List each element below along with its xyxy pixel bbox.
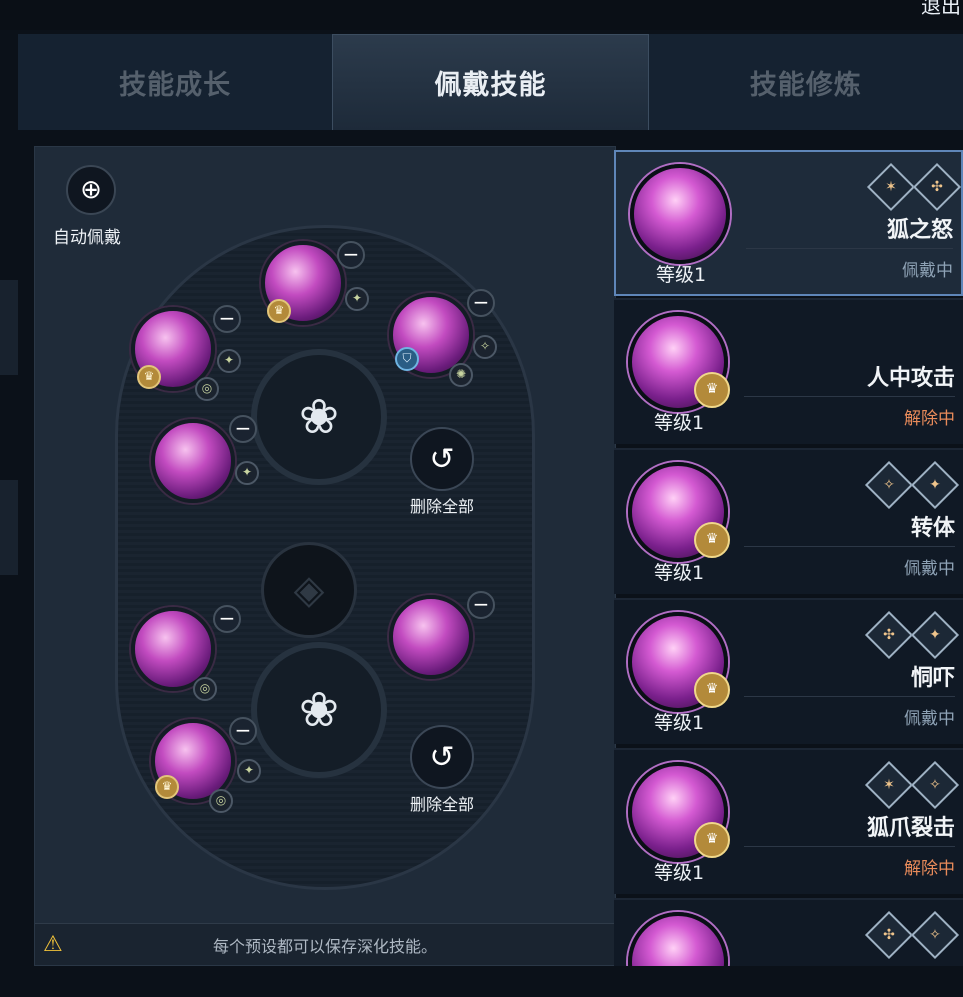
- diamond-rune-icon: ✧: [910, 760, 960, 810]
- auto-equip[interactable]: ⊕ 自动佩戴: [53, 165, 127, 248]
- upper-hub: ❀: [251, 349, 387, 485]
- skill-card[interactable]: ♛ 等级1 ✧ ✦ 转体 佩戴中: [614, 448, 963, 594]
- gold-badge-icon: ♛: [694, 672, 730, 708]
- skill-icon: [628, 912, 728, 966]
- divider: [744, 696, 955, 697]
- plus-cycle-icon[interactable]: ⊕: [66, 165, 116, 215]
- rune-icon: ✺: [449, 363, 473, 387]
- tab-skill-growth[interactable]: 技能成长: [18, 34, 332, 130]
- reset-icon[interactable]: ↺: [410, 725, 474, 789]
- skill-name: 狐爪裂击: [866, 816, 955, 841]
- skill-name: 人中攻击: [866, 366, 955, 391]
- rune-icon: ✧: [473, 335, 497, 359]
- diamond-rune-icon: ✣: [864, 610, 914, 660]
- side-decoration: [0, 280, 18, 375]
- minus-icon[interactable]: −: [467, 289, 495, 317]
- gold-badge-icon: ♛: [267, 299, 291, 323]
- skill-status: 佩戴中: [904, 559, 955, 579]
- skill-card[interactable]: ✣ ✧: [614, 898, 963, 966]
- skill-list[interactable]: 等级1 ✶ ✣ 狐之怒 佩戴中 ♛ 等级1 人中攻击 解除中 ♛ 等级1 ✧ ✦…: [614, 150, 963, 966]
- top-bar: 退出: [0, 0, 963, 30]
- divider: [744, 546, 955, 547]
- gold-badge-icon: ♛: [694, 522, 730, 558]
- skill-card[interactable]: ♛ 等级1 ✶ ✧ 狐爪裂击 解除中: [614, 748, 963, 894]
- skill-status: 佩戴中: [902, 261, 953, 281]
- minus-icon[interactable]: −: [337, 241, 365, 269]
- skill-icon: [630, 164, 730, 264]
- skill-slot[interactable]: [151, 419, 235, 503]
- divider: [744, 396, 955, 397]
- gold-badge-icon: ♛: [155, 775, 179, 799]
- tip-bar: ⚠ 每个预设都可以保存深化技能。: [35, 923, 615, 965]
- minus-icon[interactable]: −: [229, 717, 257, 745]
- exit-button[interactable]: 退出: [921, 0, 961, 19]
- skill-card[interactable]: 等级1 ✶ ✣ 狐之怒 佩戴中: [614, 150, 963, 296]
- skill-status: 解除中: [904, 859, 955, 879]
- diamond-rune-icon: ✧: [910, 910, 960, 960]
- tab-equip-skills[interactable]: 佩戴技能: [332, 34, 649, 130]
- lower-hub: ❀: [251, 642, 387, 778]
- divider: [746, 248, 953, 249]
- reset-icon[interactable]: ↺: [410, 427, 474, 491]
- rune-icon: ✦: [345, 287, 369, 311]
- skill-card[interactable]: ♛ 等级1 人中攻击 解除中: [614, 298, 963, 444]
- diamond-rune-icon: ✦: [910, 610, 960, 660]
- skill-level: 等级1: [655, 264, 707, 286]
- rune-icon: ◎: [209, 789, 233, 813]
- diamond-rune-icon: ✣: [864, 910, 914, 960]
- tip-text: 每个预设都可以保存深化技能。: [212, 936, 437, 956]
- skill-level: 等级1: [653, 412, 705, 434]
- tab-bar: 技能成长 佩戴技能 技能修炼: [18, 34, 963, 130]
- diamond-rune-icon: ✶: [866, 162, 916, 212]
- gold-badge-icon: ♛: [694, 372, 730, 408]
- side-decoration: [0, 480, 18, 575]
- gold-badge-icon: ♛: [137, 365, 161, 389]
- skill-name: 恫吓: [910, 666, 955, 691]
- minus-icon[interactable]: −: [467, 591, 495, 619]
- lower-reset-label: 删除全部: [409, 795, 474, 814]
- equip-panel: ⊕ 自动佩戴 ❀ ❀ ◈ ↺ 删除全部 ↺ 删除全部 − ♛ ✦ − ♛ ✦ ◎…: [34, 146, 616, 966]
- diamond-rune-icon: ✣: [912, 162, 962, 212]
- divider: [744, 846, 955, 847]
- minus-icon[interactable]: −: [213, 605, 241, 633]
- skill-name: 狐之怒: [886, 218, 953, 243]
- fox-emblem-icon: ❀: [298, 682, 340, 738]
- upper-reset-label: 删除全部: [409, 497, 474, 516]
- gold-badge-icon: ♛: [694, 822, 730, 858]
- rune-icon: ✦: [237, 759, 261, 783]
- rune-icon: ✦: [235, 461, 259, 485]
- minus-icon[interactable]: −: [229, 415, 257, 443]
- skill-slot[interactable]: [389, 595, 473, 679]
- skill-name: 转体: [910, 516, 955, 541]
- diamond-rune-icon: ✦: [910, 460, 960, 510]
- skill-level: 等级1: [653, 712, 705, 734]
- lower-reset[interactable]: ↺ 删除全部: [387, 725, 497, 815]
- rune-icon: ◎: [195, 377, 219, 401]
- shield-badge-icon: ⛉: [395, 347, 419, 371]
- fox-emblem-icon: ❀: [298, 389, 340, 445]
- tab-skill-training[interactable]: 技能修炼: [649, 34, 963, 130]
- diamond-rune-icon: ✶: [864, 760, 914, 810]
- upper-reset[interactable]: ↺ 删除全部: [387, 427, 497, 517]
- skill-level: 等级1: [653, 562, 705, 584]
- skill-status: 解除中: [904, 409, 955, 429]
- diamond-rune-icon: ✧: [864, 460, 914, 510]
- diamond-emblem-icon: ◈: [261, 542, 357, 638]
- skill-level: 等级1: [653, 862, 705, 884]
- skill-card[interactable]: ♛ 等级1 ✣ ✦ 恫吓 佩戴中: [614, 598, 963, 744]
- minus-icon[interactable]: −: [213, 305, 241, 333]
- rune-icon: ✦: [217, 349, 241, 373]
- skill-status: 佩戴中: [904, 709, 955, 729]
- auto-equip-label: 自动佩戴: [53, 228, 121, 248]
- warning-icon: ⚠: [43, 932, 63, 957]
- rune-icon: ◎: [193, 677, 217, 701]
